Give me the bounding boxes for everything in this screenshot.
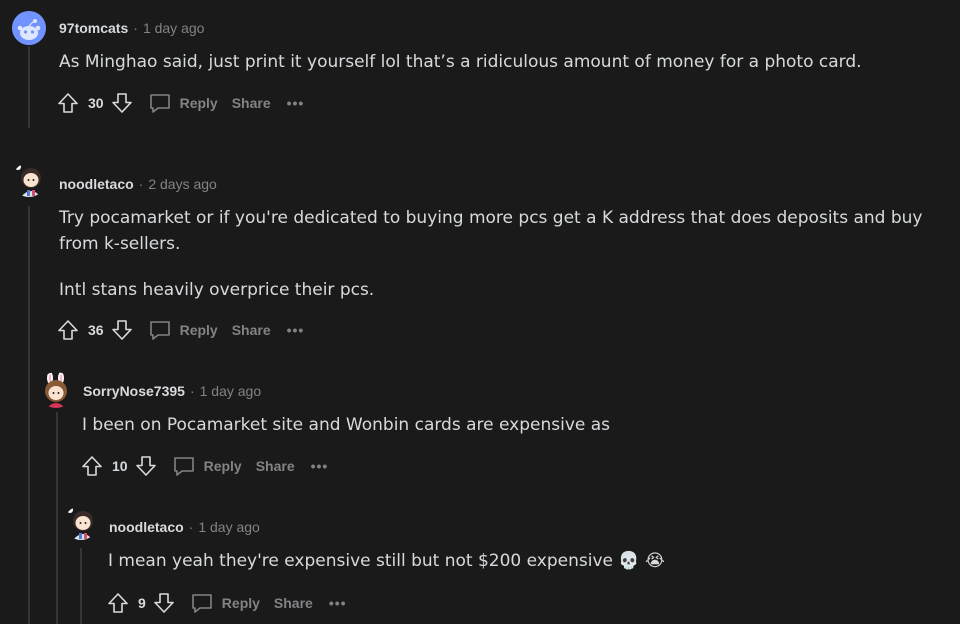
meta-separator: · <box>133 20 138 36</box>
comment-paragraph: Intl stans heavily overprice their pcs. <box>59 280 375 300</box>
reply-button[interactable]: Reply <box>148 319 218 341</box>
reply-label: Reply <box>179 322 218 338</box>
reply-label: Reply <box>203 458 242 474</box>
comment-timestamp[interactable]: 1 day ago <box>143 20 205 36</box>
user-avatar[interactable] <box>38 372 74 408</box>
more-options-button[interactable]: ••• <box>287 95 305 111</box>
downvote-button[interactable] <box>110 91 134 115</box>
comment-actions: 30 Reply Share ••• <box>56 89 304 117</box>
downvote-icon <box>153 593 174 613</box>
username-link[interactable]: noodletaco <box>109 519 184 535</box>
username-link[interactable]: noodletaco <box>59 176 134 192</box>
reply-button[interactable]: Reply <box>172 455 242 477</box>
reply-button[interactable]: Reply <box>190 592 260 614</box>
comment-timestamp[interactable]: 1 day ago <box>200 383 262 399</box>
downvote-button[interactable] <box>110 318 134 342</box>
upvote-icon <box>108 593 128 613</box>
vote-score: 10 <box>112 458 128 474</box>
bunny-avatar-icon <box>45 372 67 408</box>
thread-line[interactable] <box>80 548 82 624</box>
user-avatar[interactable] <box>64 506 98 540</box>
upvote-icon <box>82 456 102 476</box>
downvote-button[interactable] <box>152 591 176 615</box>
upvote-button[interactable] <box>106 591 130 615</box>
downvote-button[interactable] <box>134 454 158 478</box>
comment-body: I mean yeah they're expensive still but … <box>108 548 948 574</box>
more-options-button[interactable]: ••• <box>311 458 329 474</box>
username-link[interactable]: SorryNose7395 <box>83 383 185 399</box>
upvote-button[interactable] <box>56 318 80 342</box>
chibi-avatar-icon <box>15 164 41 197</box>
share-button[interactable]: Share <box>232 95 271 111</box>
reply-label: Reply <box>221 595 260 611</box>
comment-text: I mean yeah they're expensive still but … <box>108 551 613 571</box>
upvote-button[interactable] <box>56 91 80 115</box>
comment-body: Try pocamarket or if you're dedicated to… <box>59 205 954 303</box>
skull-emoji: 💀 <box>618 551 640 571</box>
comment-actions: 36 Reply Share ••• <box>56 316 304 344</box>
reply-button[interactable]: Reply <box>148 92 218 114</box>
comment-body: As Minghao said, just print it yourself … <box>59 49 949 75</box>
vote-score: 30 <box>88 95 104 111</box>
upvote-icon <box>58 93 78 113</box>
downvote-icon <box>135 456 156 476</box>
vote-score: 36 <box>88 322 104 338</box>
comment-timestamp[interactable]: 1 day ago <box>198 519 260 535</box>
downvote-icon <box>111 93 132 113</box>
reply-label: Reply <box>179 95 218 111</box>
comment-paragraph: Try pocamarket or if you're dedicated to… <box>59 208 923 254</box>
upvote-icon <box>58 320 78 340</box>
comment-bubble-icon <box>149 94 170 113</box>
more-options-button[interactable]: ••• <box>287 322 305 338</box>
username-link[interactable]: 97tomcats <box>59 20 128 36</box>
comment-bubble-icon <box>149 321 170 340</box>
meta-separator: · <box>188 519 194 535</box>
user-avatar[interactable] <box>12 163 46 197</box>
comment-paragraph: I been on Pocamarket site and Wonbin car… <box>82 415 611 435</box>
comment-paragraph: As Minghao said, just print it yourself … <box>59 52 862 72</box>
comment-timestamp[interactable]: 2 days ago <box>148 176 217 192</box>
comment-actions: 10 Reply Share ••• <box>80 452 328 480</box>
share-button[interactable]: Share <box>256 458 295 474</box>
upvote-button[interactable] <box>80 454 104 478</box>
vote-score: 9 <box>138 595 146 611</box>
thread-line[interactable] <box>56 412 58 624</box>
comment-paragraph: I mean yeah they're expensive still but … <box>108 548 948 574</box>
user-avatar[interactable] <box>12 11 46 45</box>
crying-face-emoji: 😭 <box>644 551 665 571</box>
chibi-avatar-icon <box>67 507 93 540</box>
meta-separator: · <box>189 383 195 399</box>
comment-body: I been on Pocamarket site and Wonbin car… <box>82 412 942 438</box>
share-button[interactable]: Share <box>274 595 313 611</box>
snoo-icon <box>12 11 46 45</box>
comment-bubble-icon <box>191 594 212 613</box>
comment-bubble-icon <box>173 457 194 476</box>
comment-actions: 9 Reply Share ••• <box>106 589 347 617</box>
more-options-button[interactable]: ••• <box>329 595 347 611</box>
thread-line[interactable] <box>28 206 30 624</box>
share-button[interactable]: Share <box>232 322 271 338</box>
thread-line[interactable] <box>28 46 30 128</box>
downvote-icon <box>111 320 132 340</box>
meta-separator: · <box>138 176 144 192</box>
